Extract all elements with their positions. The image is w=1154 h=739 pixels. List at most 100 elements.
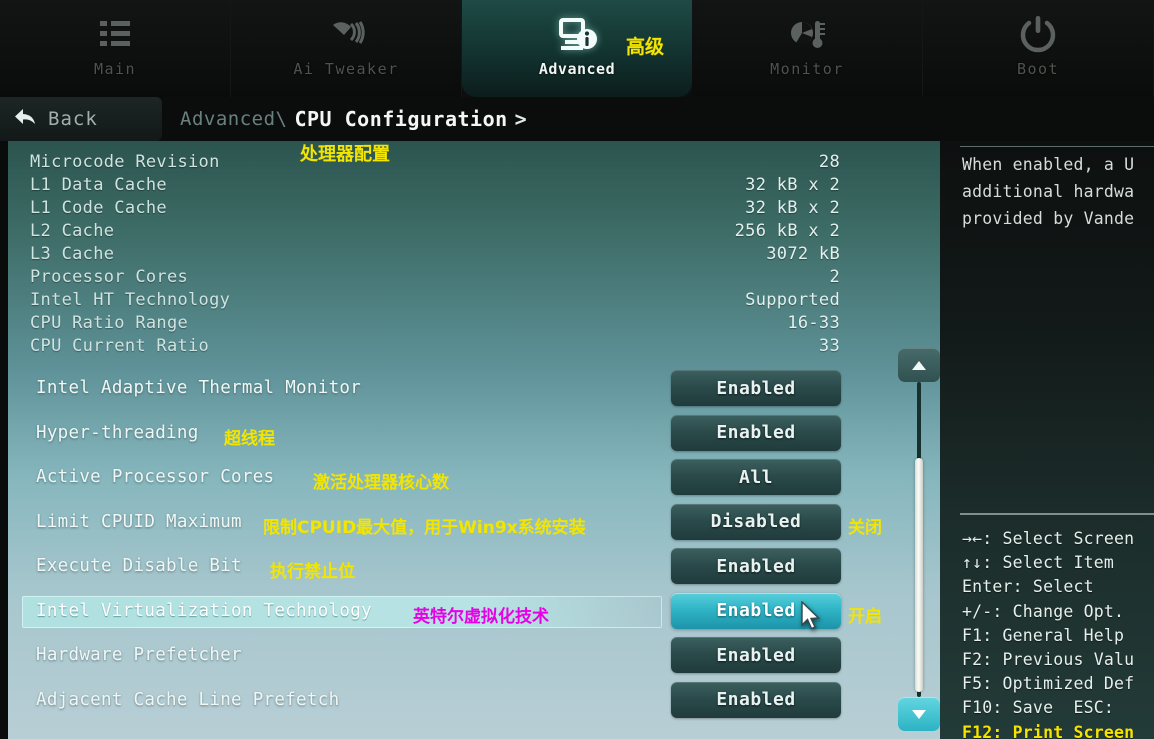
info-row: Microcode Revision 28 — [30, 150, 840, 173]
back-label: Back — [48, 108, 98, 130]
info-row: CPU Current Ratio 33 — [30, 334, 840, 357]
setting-option-value: Enabled — [716, 644, 796, 666]
legend-item: F5: Optimized Def — [962, 674, 1135, 694]
cpu-settings-list: Intel Adaptive Thermal Monitor Enabled Hyp… — [8, 368, 940, 724]
setting-annotation: 执行禁止位 — [270, 562, 355, 582]
legend-item: Enter: Select — [962, 577, 1094, 597]
setting-option-value: All — [738, 466, 773, 488]
setting-row[interactable]: Limit CPUID Maximum 限制CPUID最大值，用于Win9x系统安… — [8, 502, 940, 547]
info-label: Intel HT Technology — [30, 289, 231, 310]
option-annotation: 关闭 — [848, 517, 882, 538]
info-row: L3 Cache 3072 kB — [30, 242, 840, 265]
breadcrumb-arrow-icon: > — [514, 107, 527, 131]
setting-row[interactable]: Execute Disable Bit 执行禁止位 Enabled — [8, 546, 940, 591]
setting-option-value: Enabled — [716, 600, 796, 621]
info-label: L3 Cache — [30, 243, 115, 264]
legend-item: ↑↓: Select Item — [962, 553, 1115, 573]
nav-tab-monitor[interactable]: Monitor — [692, 0, 923, 97]
page-title-annotation: 处理器配置 — [300, 144, 390, 165]
setting-label: Hardware Prefetcher — [36, 645, 242, 665]
info-value: 32 kB x 2 — [745, 197, 840, 218]
info-value: 16-33 — [787, 312, 840, 333]
help-text: When enabled, a U additional hardwa provid… — [962, 153, 1154, 234]
setting-row[interactable]: Intel Adaptive Thermal Monitor Enabled — [8, 368, 940, 413]
info-value: 33 — [818, 335, 840, 356]
info-label: CPU Ratio Range — [30, 312, 189, 333]
top-navigation: Main Ai Tweaker Advanced 高级 Monitor Boot — [0, 0, 1154, 97]
breadcrumb-bar: Back Advanced\ CPU Configuration > — [0, 97, 1154, 141]
info-value: 28 — [818, 151, 840, 172]
key-legend: →←: Select Screen ↑↓: Select Item Enter: S… — [962, 527, 1154, 739]
legend-divider — [960, 513, 1154, 515]
setting-label: Intel Adaptive Thermal Monitor — [36, 378, 362, 398]
help-divider — [960, 146, 1154, 147]
setting-option-value: Enabled — [716, 555, 796, 577]
info-value: 3072 kB — [766, 243, 840, 264]
info-value: Supported — [745, 289, 840, 310]
info-value: 32 kB x 2 — [745, 174, 840, 195]
option-annotation: 开启 — [848, 606, 882, 627]
info-label: Processor Cores — [30, 266, 189, 287]
legend-item: F2: Previous Valu — [962, 650, 1135, 670]
info-row: L1 Data Cache 32 kB x 2 — [30, 173, 840, 196]
help-line: additional hardwa — [962, 182, 1135, 201]
breadcrumb: Advanced\ CPU Configuration > — [180, 97, 527, 141]
fan-thermometer-icon — [784, 10, 830, 58]
legend-item: +/-: Change Opt. — [962, 601, 1125, 621]
info-label: L1 Data Cache — [30, 174, 167, 195]
scrollbar-thumb[interactable] — [915, 458, 923, 692]
help-line: provided by Vande — [962, 209, 1135, 228]
mouse-cursor-icon — [800, 600, 822, 635]
scrollbar[interactable] — [898, 348, 940, 731]
nav-tab-boot[interactable]: Boot — [923, 0, 1154, 97]
legend-item: F1: General Help — [962, 625, 1125, 645]
info-label: Microcode Revision — [30, 151, 220, 172]
info-row: L1 Code Cache 32 kB x 2 — [30, 196, 840, 219]
setting-option-value: Enabled — [716, 422, 796, 443]
setting-label: Adjacent Cache Line Prefetch — [36, 689, 340, 710]
legend-item: F12: Print Screen — [962, 722, 1135, 739]
help-panel: When enabled, a U additional hardwa provid… — [940, 141, 1154, 739]
setting-row[interactable]: Hardware Prefetcher Enabled — [8, 635, 940, 680]
setting-option-button[interactable]: Enabled — [671, 681, 841, 718]
setting-label: Limit CPUID Maximum — [36, 511, 242, 532]
setting-option-button[interactable]: Enabled — [671, 637, 841, 673]
bios-screen: Main Ai Tweaker Advanced 高级 Monitor Boot Back… — [0, 0, 1154, 739]
nav-tab-advanced[interactable]: Advanced 高级 — [462, 0, 692, 97]
setting-option-button[interactable]: Disabled — [671, 503, 841, 540]
info-row: L2 Cache 256 kB x 2 — [30, 219, 840, 242]
setting-option-value: Disabled — [710, 511, 802, 532]
setting-row[interactable]: Adjacent Cache Line Prefetch Enabled — [8, 680, 940, 725]
nav-tab-label: Boot — [1016, 60, 1060, 78]
info-value: 256 kB x 2 — [734, 220, 840, 241]
scroll-up-button[interactable] — [898, 348, 940, 382]
info-label: L1 Code Cache — [30, 197, 167, 218]
gauge-icon — [323, 10, 369, 58]
back-button[interactable]: Back — [0, 97, 162, 141]
setting-label: Hyper-threading — [36, 422, 199, 443]
cpu-configuration-panel: Microcode Revision 28 L1 Data Cache 32 kB x… — [8, 141, 940, 739]
nav-tab-label: Advanced — [538, 60, 616, 78]
breadcrumb-current: CPU Configuration — [294, 107, 508, 131]
nav-tab-main[interactable]: Main — [0, 0, 231, 97]
setting-option-button[interactable]: Enabled — [671, 548, 841, 584]
list-icon — [92, 10, 138, 58]
setting-label: Active Processor Cores — [36, 467, 275, 487]
setting-annotation: 超线程 — [224, 428, 275, 449]
info-label: L2 Cache — [30, 220, 115, 241]
setting-annotation: 限制CPUID最大值，用于Win9x系统安装 — [263, 517, 586, 538]
monitor-info-icon — [554, 10, 600, 58]
setting-row[interactable]: Active Processor Cores 激活处理器核心数 All — [8, 457, 940, 502]
nav-tab-label: Main — [93, 60, 137, 78]
power-icon — [1015, 10, 1061, 58]
setting-label: Intel Virtualization Technology — [36, 600, 372, 621]
setting-option-button[interactable]: Enabled — [671, 414, 841, 451]
legend-item: F10: Save ESC: — [962, 698, 1125, 718]
setting-option-button[interactable]: Enabled — [671, 370, 841, 406]
setting-row[interactable]: Hyper-threading 超线程 Enabled — [8, 413, 940, 458]
scroll-down-button[interactable] — [898, 697, 940, 731]
setting-option-button[interactable]: All — [671, 459, 841, 495]
nav-tab-ai-tweaker[interactable]: Ai Tweaker — [231, 0, 462, 97]
nav-tab-label: Monitor — [770, 60, 844, 78]
breadcrumb-parent[interactable]: Advanced\ — [180, 108, 287, 130]
